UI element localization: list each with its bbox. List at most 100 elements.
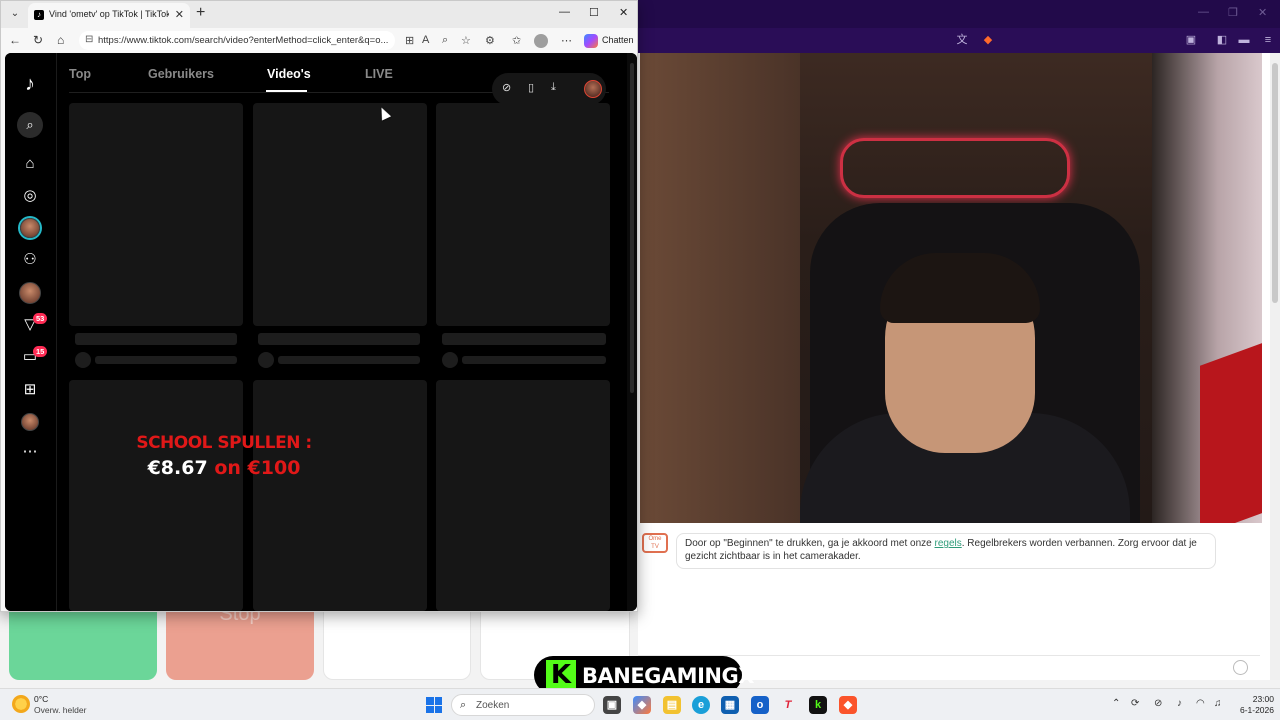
task-view-icon[interactable]: ▣ bbox=[603, 696, 621, 714]
kick-app-icon[interactable]: k bbox=[809, 696, 827, 714]
clock-time[interactable]: 23:00 bbox=[1244, 694, 1274, 704]
skeleton-caption bbox=[75, 333, 237, 345]
store-icon[interactable]: ▦ bbox=[721, 696, 739, 714]
tab-list-icon[interactable]: ⌄ bbox=[5, 5, 25, 23]
close-window-icon[interactable]: ✕ bbox=[619, 6, 628, 19]
profile-avatar-icon[interactable] bbox=[21, 413, 39, 431]
address-bar[interactable]: ⊟ https://www.tiktok.com/search/video?en… bbox=[79, 31, 395, 50]
start-icon[interactable] bbox=[426, 697, 442, 713]
favorites-icon[interactable]: ✩ bbox=[512, 34, 521, 47]
site-info-icon[interactable]: ⊟ bbox=[85, 34, 93, 45]
extensions-icon[interactable]: ⚙ bbox=[485, 34, 495, 47]
wifi-icon[interactable]: ◠ bbox=[1196, 698, 1205, 709]
following-avatar-icon[interactable] bbox=[20, 218, 40, 238]
copilot-label[interactable]: Chatten bbox=[602, 35, 634, 45]
account-avatar[interactable] bbox=[584, 80, 602, 98]
maximize-icon[interactable]: ☐ bbox=[589, 6, 599, 19]
app-available-icon[interactable]: ⊞ bbox=[405, 34, 414, 47]
edge-icon[interactable]: e bbox=[692, 696, 710, 714]
weather-condition[interactable]: Overw. helder bbox=[34, 705, 86, 715]
sidebar-icon[interactable]: ◧ bbox=[1214, 32, 1230, 48]
brave-shield-icon[interactable]: ◆ bbox=[980, 32, 996, 48]
minimize-icon[interactable]: — bbox=[559, 6, 570, 18]
wallet-icon[interactable]: ▬ bbox=[1236, 32, 1252, 48]
tab-search-icon[interactable]: ▣ bbox=[1183, 32, 1199, 48]
more-icon[interactable]: ⋯ bbox=[19, 441, 41, 463]
weather-icon[interactable] bbox=[12, 695, 30, 713]
favorite-star-icon[interactable]: ☆ bbox=[461, 34, 471, 47]
read-aloud-icon[interactable]: A bbox=[422, 34, 429, 46]
translate-icon[interactable]: 文 bbox=[954, 32, 970, 48]
minimize-icon[interactable]: — bbox=[1198, 6, 1209, 18]
start-button[interactable] bbox=[9, 610, 157, 680]
video-card[interactable] bbox=[253, 380, 427, 611]
upload-icon[interactable]: ⊞ bbox=[19, 379, 41, 401]
copilot-app-icon[interactable]: ◆ bbox=[633, 696, 651, 714]
person-hair bbox=[880, 253, 1040, 323]
t-app-icon[interactable]: T bbox=[779, 696, 797, 714]
file-explorer-icon[interactable]: ▤ bbox=[663, 696, 681, 714]
copilot-icon[interactable] bbox=[584, 34, 598, 48]
tiktok-scrollbar[interactable] bbox=[627, 53, 637, 611]
control-button-3[interactable] bbox=[323, 610, 471, 680]
scroll-thumb[interactable] bbox=[1272, 63, 1278, 303]
mobile-app-icon[interactable]: ▯ bbox=[528, 81, 534, 94]
back-icon[interactable]: ← bbox=[9, 33, 21, 47]
home-icon[interactable]: ⌂ bbox=[57, 33, 64, 47]
page-scrollbar[interactable] bbox=[1270, 53, 1280, 680]
coins-icon[interactable]: ⊘ bbox=[502, 81, 511, 94]
goal-progress: €8.67 on €100 bbox=[124, 457, 324, 479]
video-card[interactable] bbox=[69, 380, 243, 611]
tab-top[interactable]: Top bbox=[69, 67, 91, 81]
stop-button[interactable]: Stop bbox=[166, 604, 314, 680]
restore-icon[interactable]: ❐ bbox=[1228, 6, 1238, 19]
url-text[interactable]: https://www.tiktok.com/search/video?ente… bbox=[98, 35, 390, 46]
microphone-icon[interactable]: ♪ bbox=[1177, 698, 1182, 709]
volume-icon[interactable]: ♫ bbox=[1214, 698, 1222, 709]
tab-close-icon[interactable]: ✕ bbox=[175, 8, 184, 21]
taskbar-search[interactable]: ⌕ Zoeken bbox=[451, 694, 595, 716]
weather-temperature[interactable]: 0°C bbox=[34, 694, 48, 704]
vpn-icon[interactable]: ⊘ bbox=[1154, 698, 1162, 709]
clock-date[interactable]: 6-1-2026 bbox=[1236, 705, 1274, 715]
tab-users[interactable]: Gebruikers bbox=[148, 67, 214, 81]
zoom-icon[interactable]: ⌕ bbox=[442, 34, 448, 47]
back-browser-titlebar: — ❐ ✕ bbox=[638, 0, 1280, 28]
back-browser-toolbar: 文 ◆ ▣ ◧ ▬ ≡ bbox=[638, 28, 1280, 53]
video-card[interactable] bbox=[69, 103, 243, 326]
search-icon: ⌕ bbox=[460, 699, 467, 711]
profile-icon[interactable] bbox=[534, 34, 548, 48]
skeleton-author bbox=[278, 356, 420, 364]
close-icon[interactable]: ✕ bbox=[1258, 6, 1267, 19]
red-flag bbox=[1200, 340, 1262, 523]
tiktok-scroll-thumb[interactable] bbox=[630, 63, 634, 393]
kick-logo: K bbox=[546, 660, 576, 690]
video-card[interactable] bbox=[436, 103, 610, 326]
tab-tiktok[interactable]: ♪ Vind 'ometv' op TikTok | TikTok zo ✕ bbox=[28, 3, 190, 28]
brave-icon[interactable]: ◆ bbox=[839, 696, 857, 714]
search-icon[interactable]: ⌕ bbox=[17, 112, 43, 138]
menu-icon[interactable]: ≡ bbox=[1260, 32, 1276, 48]
friends-icon[interactable]: ⚇ bbox=[19, 249, 41, 271]
stream-goal-overlay: SCHOOL SPULLEN : €8.67 on €100 bbox=[124, 433, 324, 479]
live-avatar-icon[interactable] bbox=[19, 282, 41, 304]
emoji-icon[interactable] bbox=[1233, 660, 1248, 675]
skeleton-avatar bbox=[258, 352, 274, 368]
download-icon[interactable]: ⤓ bbox=[551, 81, 556, 94]
tiktok-logo-icon[interactable]: ♪ bbox=[19, 73, 41, 95]
video-card[interactable] bbox=[253, 103, 427, 326]
tab-live[interactable]: LIVE bbox=[365, 67, 393, 81]
more-options-icon[interactable]: ⋯ bbox=[561, 34, 572, 47]
outlook-icon[interactable]: o bbox=[751, 696, 769, 714]
new-tab-icon[interactable]: + bbox=[196, 4, 205, 22]
home-icon[interactable]: ⌂ bbox=[19, 153, 41, 175]
tiktok-favicon: ♪ bbox=[34, 10, 44, 20]
tab-videos[interactable]: Video's bbox=[267, 67, 311, 81]
explore-icon[interactable]: ◎ bbox=[19, 185, 41, 207]
tiktok-sidebar: ♪ ⌕ ⌂ ◎ ⚇ ▽ 53 ▭ 15 ⊞ ⋯ bbox=[5, 53, 57, 611]
sync-icon[interactable]: ⟳ bbox=[1131, 698, 1139, 709]
reload-icon[interactable]: ↻ bbox=[33, 33, 43, 47]
rules-link[interactable]: regels bbox=[934, 538, 961, 549]
video-card[interactable] bbox=[436, 380, 610, 611]
show-hidden-icons[interactable]: ⌃ bbox=[1112, 698, 1120, 709]
